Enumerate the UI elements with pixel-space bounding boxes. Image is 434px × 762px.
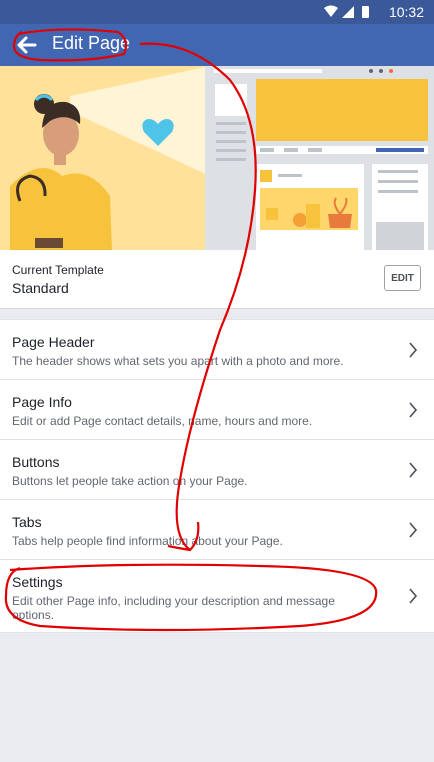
- chevron-right-icon: [409, 462, 418, 478]
- menu-item-title: Page Info: [12, 394, 72, 410]
- menu-item-description: The header shows what sets you apart wit…: [12, 354, 344, 368]
- menu-item-description: Edit other Page info, including your des…: [12, 594, 335, 622]
- menu-item-description: Edit or add Page contact details, name, …: [12, 414, 313, 428]
- menu-item-settings[interactable]: Settings Edit other Page info, including…: [0, 560, 434, 633]
- page-title: Edit Page: [52, 33, 131, 53]
- chevron-right-icon: [409, 522, 418, 538]
- menu-item-tabs[interactable]: Tabs Tabs help people find information a…: [0, 500, 434, 560]
- menu-item-title: Buttons: [12, 454, 60, 470]
- status-bar: 10:32: [0, 0, 434, 24]
- menu-item-page-header[interactable]: Page Header The header shows what sets y…: [0, 320, 434, 380]
- menu-item-page-info[interactable]: Page Info Edit or add Page contact detai…: [0, 380, 434, 440]
- template-preview-illustration: [0, 66, 434, 250]
- edit-page-menu: Page Header The header shows what sets y…: [0, 319, 434, 633]
- menu-item-buttons[interactable]: Buttons Buttons let people take action o…: [0, 440, 434, 500]
- status-icons: [324, 5, 369, 18]
- menu-item-description: Tabs help people find information about …: [12, 534, 283, 548]
- current-template-label: Current Template: [12, 263, 104, 277]
- status-time: 10:32: [388, 4, 424, 20]
- current-template-value: Standard: [12, 280, 69, 296]
- menu-item-title: Settings: [12, 574, 63, 590]
- current-template-section: Current Template Standard EDIT: [0, 250, 434, 309]
- chevron-right-icon: [409, 402, 418, 418]
- chevron-right-icon: [409, 342, 418, 358]
- app-bar: Edit Page: [0, 24, 434, 66]
- menu-item-title: Tabs: [12, 514, 42, 530]
- edit-template-button[interactable]: EDIT: [384, 265, 421, 291]
- back-arrow-icon[interactable]: [14, 31, 40, 59]
- menu-item-description: Buttons let people take action on your P…: [12, 474, 248, 488]
- chevron-right-icon: [409, 588, 418, 604]
- template-illustration: [0, 66, 434, 250]
- menu-item-title: Page Header: [12, 334, 95, 350]
